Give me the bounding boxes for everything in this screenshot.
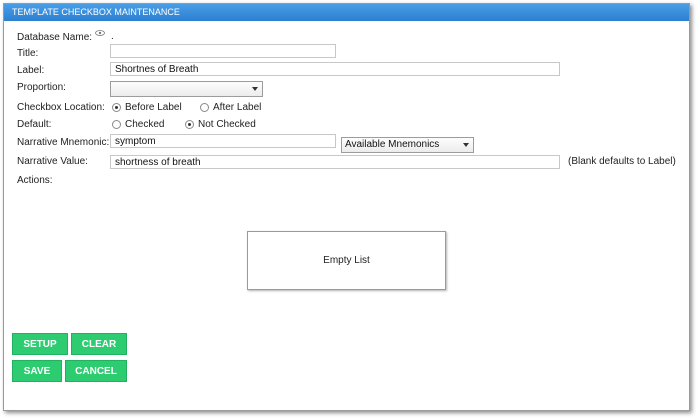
clear-button[interactable]: CLEAR (71, 333, 127, 355)
after-label-radio[interactable] (200, 103, 209, 112)
eye-icon (95, 30, 105, 36)
proportion-select[interactable] (110, 81, 263, 97)
database-name-value: . (111, 31, 114, 42)
narrative-value-input[interactable] (110, 155, 560, 169)
title-input[interactable] (110, 44, 336, 58)
actions-label: Actions: (17, 175, 53, 186)
mnemonic-select-value: Available Mnemonics (345, 139, 440, 150)
actions-list: Empty List (247, 231, 446, 290)
before-label-text: Before Label (125, 102, 182, 113)
label-input[interactable] (110, 62, 560, 76)
checked-radio[interactable] (112, 120, 121, 129)
window-title: TEMPLATE CHECKBOX MAINTENANCE (4, 4, 689, 21)
actions-empty-text: Empty List (323, 255, 370, 266)
before-label-radio[interactable] (112, 103, 121, 112)
window: TEMPLATE CHECKBOX MAINTENANCE Database N… (3, 3, 690, 411)
not-checked-radio[interactable] (185, 120, 194, 129)
database-name-label: Database Name: (17, 32, 93, 43)
mnemonic-select[interactable]: Available Mnemonics (341, 137, 474, 153)
after-label-text: After Label (213, 102, 262, 113)
cancel-button[interactable]: CANCEL (65, 360, 127, 382)
chevron-down-icon (463, 143, 469, 147)
label-label: Label: (17, 65, 45, 76)
setup-button[interactable]: SETUP (12, 333, 68, 355)
proportion-label: Proportion: (17, 82, 66, 93)
not-checked-text: Not Checked (198, 119, 256, 130)
mnemonic-input[interactable] (110, 134, 336, 148)
save-button[interactable]: SAVE (12, 360, 62, 382)
checkbox-location-label: Checkbox Location: (17, 102, 105, 113)
narrative-hint: (Blank defaults to Label) (568, 156, 676, 167)
checked-text: Checked (125, 119, 165, 130)
title-label: Title: (17, 48, 39, 59)
narrative-value-label: Narrative Value: (17, 156, 88, 167)
mnemonic-label: Narrative Mnemonic: (17, 137, 110, 148)
chevron-down-icon (252, 87, 258, 91)
default-label: Default: (17, 119, 52, 130)
